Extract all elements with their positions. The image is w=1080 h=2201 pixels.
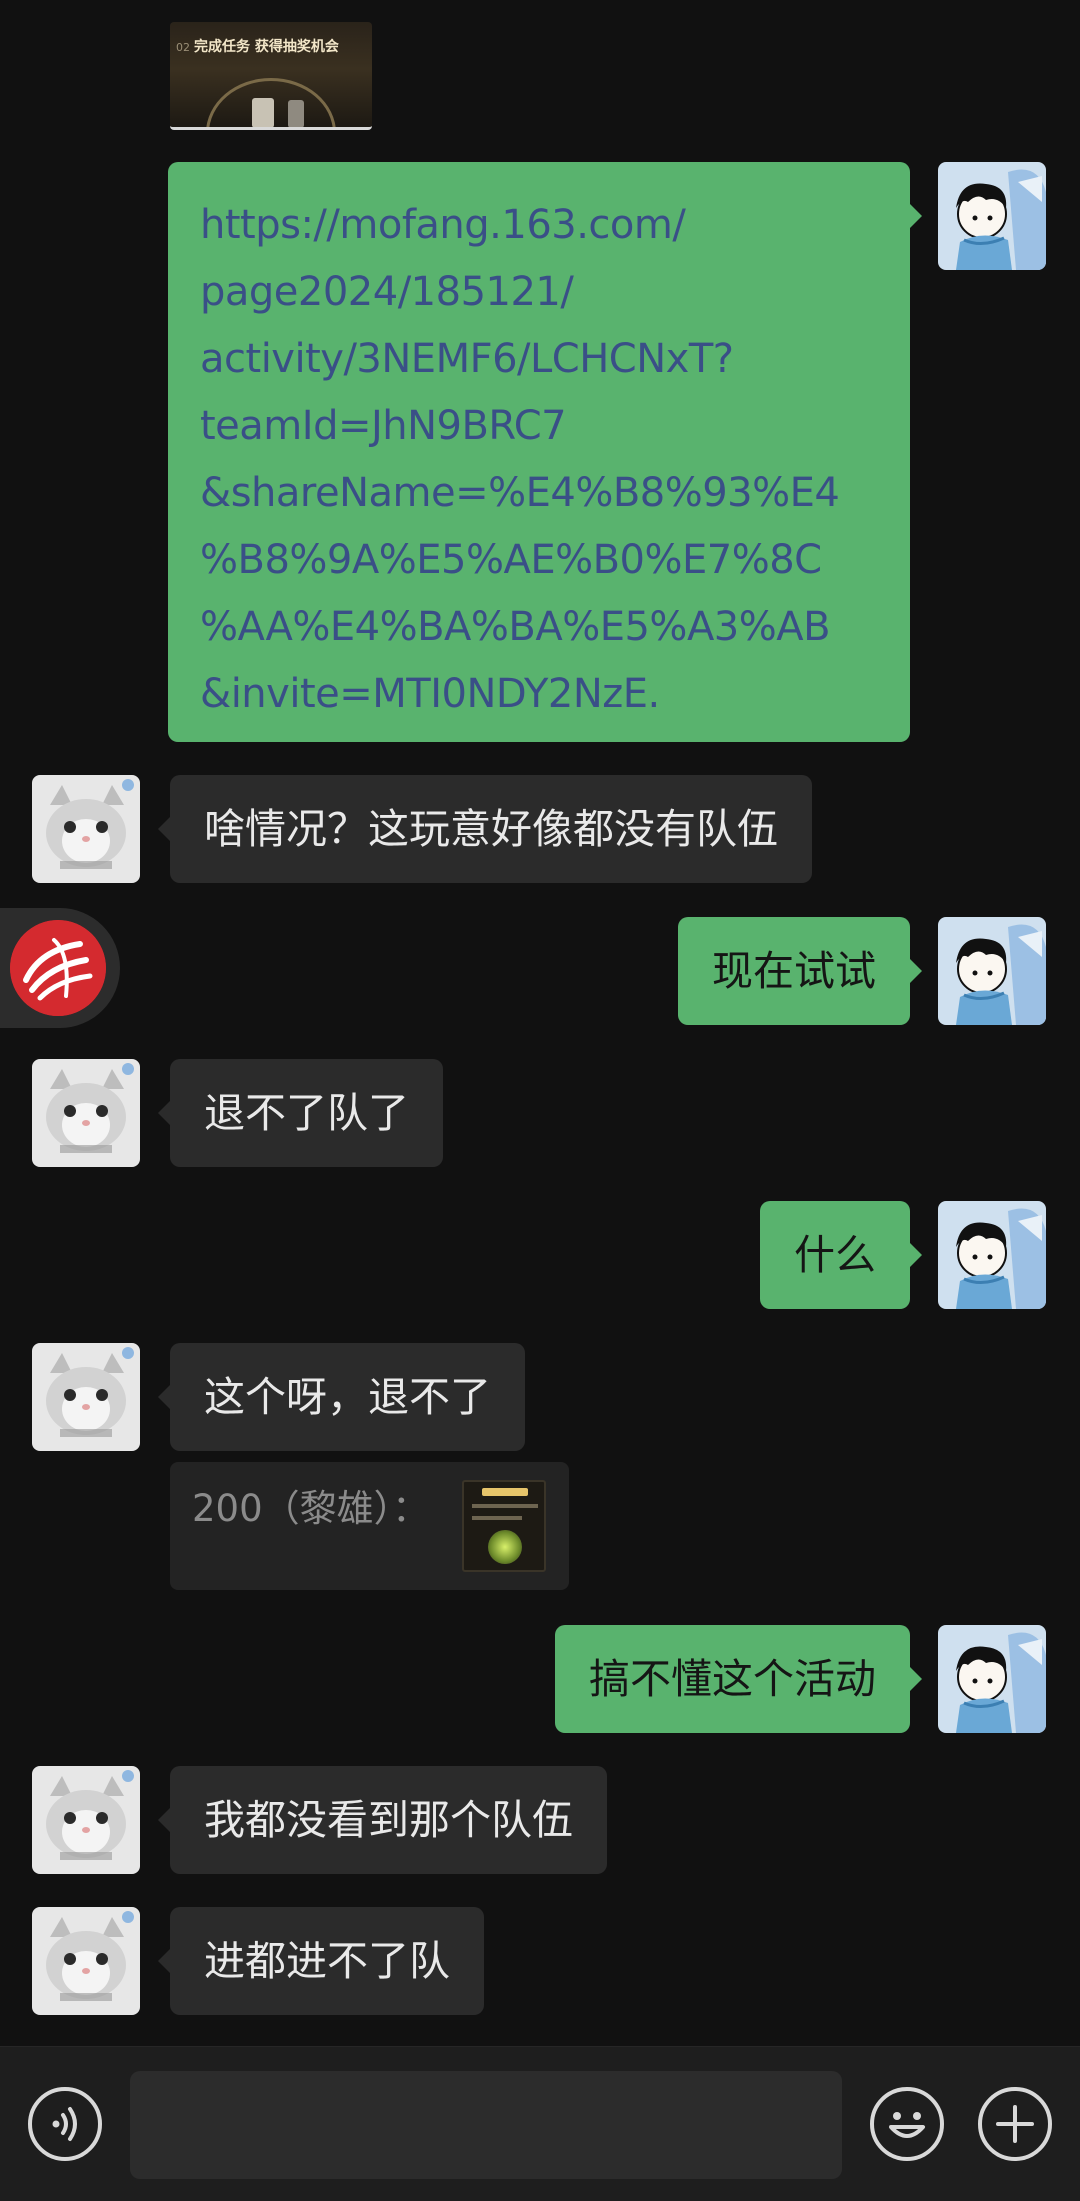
floating-app-badge[interactable] [0, 908, 120, 1028]
message-bubble-incoming[interactable]: 我都没看到那个队伍 [158, 1766, 607, 1874]
input-bar [0, 2046, 1080, 2201]
shared-link-text[interactable]: https://mofang.163.com/ page2024/185121/… [200, 192, 878, 728]
message-bubble-incoming[interactable]: 啥情况？这玩意好像都没有队伍 [158, 775, 812, 883]
message-bubble-link[interactable]: https://mofang.163.com/ page2024/185121/… [168, 162, 922, 742]
chat-screen: 02 完成任务 获得抽奖机会 https://mofang.163.com/ pa… [0, 0, 1080, 2201]
quoted-message[interactable]: 200（黎雄）： [170, 1462, 569, 1590]
emoji-button[interactable] [870, 2087, 944, 2161]
contact-avatar[interactable] [32, 1766, 140, 1874]
message-input[interactable] [130, 2071, 842, 2179]
my-avatar[interactable] [938, 917, 1046, 1025]
more-button[interactable] [978, 2087, 1052, 2161]
contact-avatar[interactable] [32, 1907, 140, 2015]
message-bubble-incoming[interactable]: 进都进不了队 [158, 1907, 484, 2015]
contact-avatar[interactable] [32, 1343, 140, 1451]
shared-image-thumbnail[interactable]: 02 完成任务 获得抽奖机会 [170, 22, 372, 130]
thumbnail-caption: 02 完成任务 获得抽奖机会 [176, 39, 339, 55]
my-avatar[interactable] [938, 1625, 1046, 1733]
message-bubble-incoming[interactable]: 这个呀，退不了 [158, 1343, 525, 1451]
message-bubble-incoming[interactable]: 退不了队了 [158, 1059, 443, 1167]
my-avatar[interactable] [938, 1201, 1046, 1309]
contact-avatar[interactable] [32, 775, 140, 883]
message-bubble-outgoing[interactable]: 现在试试 [678, 917, 922, 1025]
my-avatar[interactable] [938, 162, 1046, 270]
quoted-message-text: 200（黎雄）： [192, 1487, 430, 1530]
plus-icon [996, 2105, 1034, 2143]
contact-avatar[interactable] [32, 1059, 140, 1167]
voice-button[interactable] [28, 2087, 102, 2161]
emoji-icon [889, 2112, 925, 2138]
voice-icon [52, 2107, 77, 2141]
message-bubble-outgoing[interactable]: 搞不懂这个活动 [555, 1625, 922, 1733]
quoted-image-thumbnail[interactable] [462, 1480, 546, 1572]
message-bubble-outgoing[interactable]: 什么 [760, 1201, 922, 1309]
netease-logo-icon [10, 920, 106, 1016]
